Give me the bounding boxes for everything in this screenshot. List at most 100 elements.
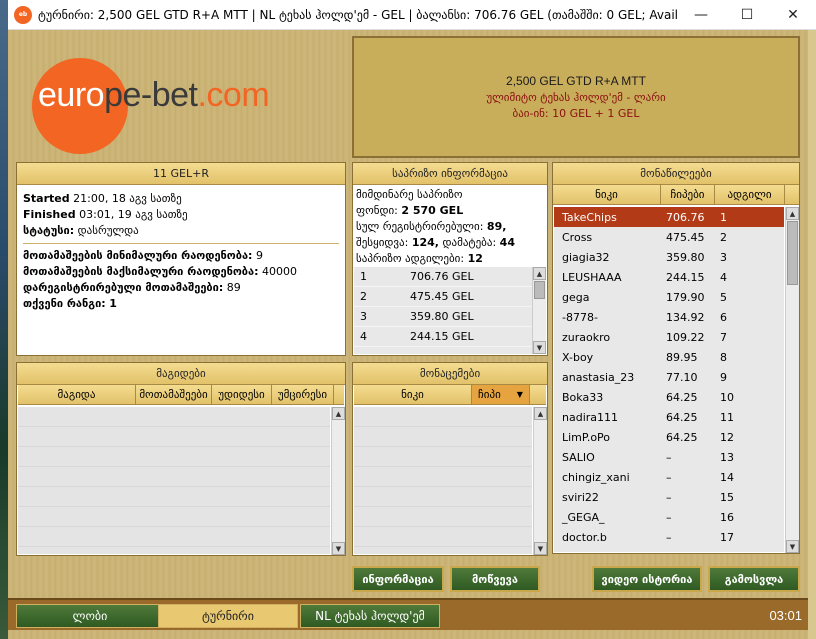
- minimize-button[interactable]: —: [678, 0, 724, 30]
- col-players[interactable]: მოთამაშეები: [136, 385, 212, 404]
- prize-info-panel: საპრიზო ინფორმაცია მიმდინარე საპრიზო ფონ…: [352, 162, 548, 356]
- tournament-name: 2,500 GEL GTD R+A MTT: [506, 74, 646, 88]
- scroll-down-icon[interactable]: ▼: [786, 540, 799, 553]
- players-list[interactable]: TakeChips 706.76 1 Cross 475.45 2 giagia32 359.…: [554, 207, 784, 552]
- title-bar: eb ტურნირი: 2,500 GEL GTD R+A MTT | NL ტ…: [8, 0, 816, 30]
- min-players-label: მოთამაშეების მინიმალური რაოდენობა:: [23, 249, 253, 262]
- scroll-thumb[interactable]: [787, 221, 798, 285]
- tournament-window: europe-bet.com 2,500 GEL GTD R+A MTT ული…: [8, 30, 808, 639]
- bottom-tab-bar: ლობი ტურნირი NL ტეხას ჰოლდ'ემ 03:01: [8, 598, 808, 630]
- player-place: 10: [720, 390, 734, 404]
- player-nick: chingiz_xani: [562, 470, 630, 484]
- table-row[interactable]: anastasia_23 77.10 9: [554, 367, 784, 387]
- max-players-label: მოთამაშეების მაქსიმალური რაოდენობა:: [23, 265, 259, 278]
- table-row[interactable]: LEUSHAAA 244.15 4: [554, 267, 784, 287]
- scroll-thumb[interactable]: [534, 281, 545, 299]
- table-row[interactable]: zuraokro 109.22 7: [554, 327, 784, 347]
- scroll-down-icon[interactable]: ▼: [533, 341, 546, 354]
- players-scrollbar[interactable]: ▲ ▼: [785, 207, 799, 553]
- player-place: 1: [720, 210, 727, 224]
- table-row[interactable]: Boka33 64.25 10: [554, 387, 784, 407]
- tab-tournament[interactable]: ტურნირი: [158, 604, 298, 628]
- col-smallest[interactable]: უმცირესი: [272, 385, 334, 404]
- invite-button[interactable]: მოწვევა: [450, 566, 540, 592]
- buyin-info: ბაი-ინ: 10 GEL + 1 GEL: [512, 107, 640, 120]
- panel-title: 11 GEL+R: [17, 163, 345, 185]
- list-item: 1 706.76 GEL: [354, 267, 546, 287]
- col-nick[interactable]: ნიკი: [354, 385, 472, 404]
- finished-label: Finished: [23, 208, 76, 221]
- table-row[interactable]: gega 179.90 5: [554, 287, 784, 307]
- data-panel: მონაცემები ნიკი ჩიპი ▼ ▲ ▼: [352, 362, 548, 556]
- close-button[interactable]: ✕: [770, 0, 816, 30]
- player-place: 16: [720, 510, 734, 524]
- window-title: ტურნირი: 2,500 GEL GTD R+A MTT | NL ტეხა…: [38, 7, 678, 22]
- col-table[interactable]: მაგიდა: [18, 385, 136, 404]
- started-label: Started: [23, 192, 70, 205]
- scroll-up-icon[interactable]: ▲: [534, 407, 547, 420]
- col-chips[interactable]: ჩიპი ▼: [472, 385, 530, 404]
- logo-text-euro: euro: [38, 76, 105, 114]
- tab-lobby[interactable]: ლობი: [16, 604, 164, 628]
- finished-value: 03:01, 19 აგვ სათზე: [79, 208, 188, 221]
- player-nick: LEUSHAAA: [562, 270, 622, 284]
- table-row[interactable]: sviri22 – 15: [554, 487, 784, 507]
- tables-scrollbar[interactable]: ▲ ▼: [331, 407, 345, 555]
- table-row[interactable]: LimP.oPo 64.25 12: [554, 427, 784, 447]
- player-chips: –: [666, 510, 672, 524]
- rank-label: თქვენი რანგი:: [23, 297, 106, 310]
- table-row[interactable]: _GEGA_ – 16: [554, 507, 784, 527]
- col-place[interactable]: ადგილი: [715, 185, 785, 204]
- scroll-up-icon[interactable]: ▲: [332, 407, 345, 420]
- player-place: 9: [720, 370, 727, 384]
- data-scrollbar[interactable]: ▲ ▼: [533, 407, 547, 555]
- table-row[interactable]: Cross 475.45 2: [554, 227, 784, 247]
- divider: [23, 243, 339, 244]
- max-players-value: 40000: [262, 265, 297, 278]
- exit-button[interactable]: გამოსვლა: [708, 566, 800, 592]
- info-button[interactable]: ინფორმაცია: [352, 566, 444, 592]
- tables-list[interactable]: [18, 407, 330, 554]
- table-row[interactable]: X-boy 89.95 8: [554, 347, 784, 367]
- data-header: ნიკი ჩიპი ▼: [354, 385, 546, 405]
- panel-title: მონაწილეები: [553, 163, 799, 185]
- logo-text-pebet: pe-bet: [104, 76, 198, 114]
- player-chips: –: [666, 450, 672, 464]
- scroll-up-icon[interactable]: ▲: [786, 207, 799, 220]
- prize-scrollbar[interactable]: ▲ ▼: [532, 267, 546, 354]
- table-row[interactable]: chingiz_xani – 14: [554, 467, 784, 487]
- players-header: ნიკი ჩიპები ადგილი: [553, 185, 799, 205]
- table-row[interactable]: nadira111 64.25 11: [554, 407, 784, 427]
- player-place: 3: [720, 250, 727, 264]
- player-nick: anastasia_23: [562, 370, 635, 384]
- player-chips: 179.90: [666, 290, 705, 304]
- player-nick: sviri22: [562, 490, 599, 504]
- started-value: 21:00, 18 აგვ სათზე: [73, 192, 182, 205]
- player-nick: nadira111: [562, 410, 619, 424]
- player-chips: –: [666, 530, 672, 544]
- table-row[interactable]: TakeChips 706.76 1: [554, 207, 784, 227]
- table-row[interactable]: -8778- 134.92 6: [554, 307, 784, 327]
- scroll-down-icon[interactable]: ▼: [332, 542, 345, 555]
- data-list[interactable]: [354, 407, 532, 554]
- col-nick[interactable]: ნიკი: [553, 185, 661, 204]
- scroll-down-icon[interactable]: ▼: [534, 542, 547, 555]
- col-chips[interactable]: ჩიპები: [661, 185, 715, 204]
- brand-logo: europe-bet.com: [18, 36, 348, 156]
- logo-text-com: .com: [197, 76, 270, 114]
- table-row[interactable]: giagia32 359.80 3: [554, 247, 784, 267]
- maximize-button[interactable]: ☐: [724, 0, 770, 30]
- table-row[interactable]: doctor.b – 17: [554, 527, 784, 547]
- scroll-up-icon[interactable]: ▲: [533, 267, 546, 280]
- player-place: 4: [720, 270, 727, 284]
- players-panel: მონაწილეები ნიკი ჩიპები ადგილი TakeChips…: [552, 162, 800, 554]
- registered-value: 89: [226, 281, 241, 294]
- player-place: 5: [720, 290, 727, 304]
- video-history-button[interactable]: ვიდეო ისტორია: [592, 566, 702, 592]
- player-chips: 89.95: [666, 350, 698, 364]
- col-largest[interactable]: უდიდესი: [212, 385, 272, 404]
- player-place: 2: [720, 230, 727, 244]
- tab-holdem-table[interactable]: NL ტეხას ჰოლდ'ემ: [300, 604, 440, 628]
- table-row[interactable]: SALIO – 13: [554, 447, 784, 467]
- prize-places-list[interactable]: 1 706.76 GEL 2 475.45 GEL 3 359.80 GEL 4 244…: [354, 267, 546, 354]
